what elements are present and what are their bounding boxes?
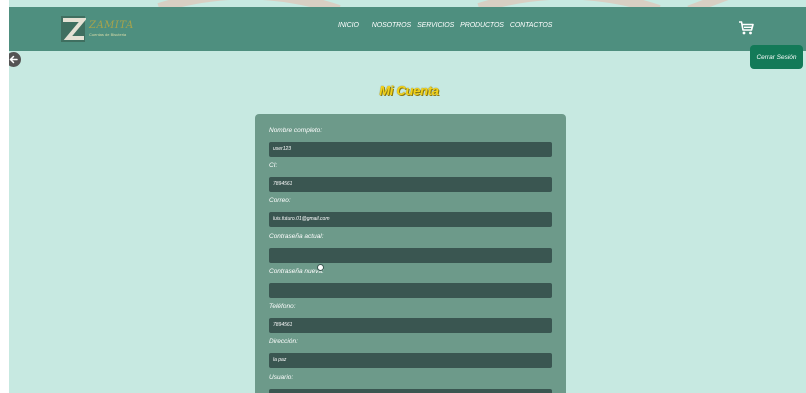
cart-icon[interactable] — [738, 20, 754, 36]
field-label: Correo: — [269, 197, 291, 204]
logo-title: ZAMITA — [89, 20, 134, 31]
direccion-input[interactable]: la paz — [269, 353, 552, 368]
usuario-input[interactable] — [269, 389, 552, 393]
contrasena-actual-input[interactable] — [269, 248, 552, 263]
logo-z-mark — [60, 15, 88, 43]
field-nombre: Nombre completo: user123 — [269, 126, 552, 157]
nav-productos[interactable]: PRODUCTOS — [460, 22, 504, 29]
logout-button[interactable]: Cerrar Sesión — [750, 45, 803, 69]
nav-inicio[interactable]: INICIO — [338, 22, 359, 29]
mouse-cursor — [317, 264, 324, 271]
correo-input[interactable]: luis.futuro.01@gmail.com — [269, 212, 552, 227]
field-label: Dirección: — [269, 338, 298, 345]
telefono-input[interactable]: 7894561 — [269, 318, 552, 333]
field-label: Teléfono: — [269, 303, 296, 310]
nombre-input[interactable]: user123 — [269, 142, 552, 157]
field-label: Contraseña actual: — [269, 233, 324, 240]
brand-logo[interactable]: ZAMITA Cuentas de Bisuteria — [60, 12, 138, 46]
field-contrasena-nueva: Contraseña nueva: — [269, 267, 552, 298]
page-title: Mi Cuenta — [379, 83, 439, 98]
top-navbar: ZAMITA Cuentas de Bisuteria INICIO NOSOT… — [9, 7, 806, 51]
main-nav: INICIO NOSOTROS SERVICIOS PRODUCTOS CONT… — [338, 22, 552, 29]
arrow-left-icon — [9, 55, 18, 64]
logo-subtitle: Cuentas de Bisuteria — [89, 32, 127, 37]
field-telefono: Teléfono: 7894561 — [269, 302, 552, 333]
field-ci: CI: 7894561 — [269, 161, 552, 192]
field-label: Nombre completo: — [269, 127, 323, 134]
field-contrasena-actual: Contraseña actual: — [269, 232, 552, 263]
field-usuario: Usuario: — [269, 373, 552, 393]
field-label: Contraseña nueva: — [269, 268, 324, 275]
page: ZAMITA Cuentas de Bisuteria INICIO NOSOT… — [9, 0, 806, 393]
field-label: Usuario: — [269, 374, 294, 381]
field-correo: Correo: luis.futuro.01@gmail.com — [269, 196, 552, 227]
contrasena-nueva-input[interactable] — [269, 283, 552, 298]
nav-nosotros[interactable]: NOSOTROS — [372, 22, 411, 29]
nav-servicios[interactable]: SERVICIOS — [417, 22, 454, 29]
nav-contactos[interactable]: CONTACTOS — [510, 22, 553, 29]
account-form-card: Nombre completo: user123 CI: 7894561 Cor… — [255, 114, 566, 393]
back-button[interactable] — [9, 52, 21, 67]
field-direccion: Dirección: la paz — [269, 337, 552, 368]
ci-input[interactable]: 7894561 — [269, 177, 552, 192]
field-label: CI: — [269, 162, 278, 169]
